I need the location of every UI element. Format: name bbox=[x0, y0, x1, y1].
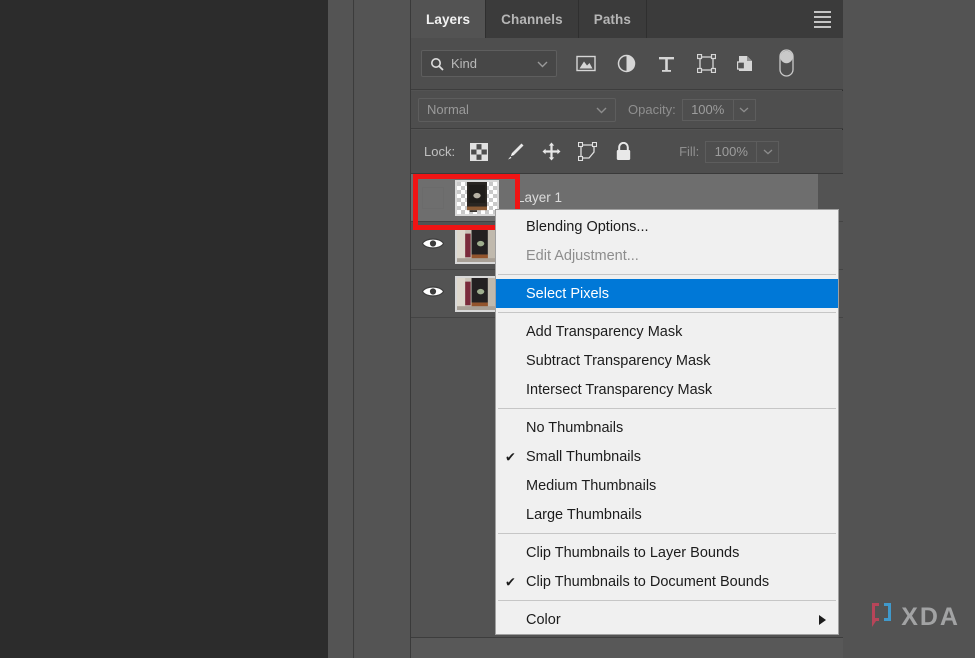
menu-item-label: Small Thumbnails bbox=[526, 448, 641, 465]
xda-watermark: XDA bbox=[869, 601, 960, 633]
shape-filter-icon[interactable] bbox=[695, 53, 717, 75]
layer-name: Layer 1 bbox=[517, 190, 563, 205]
menu-item-label: Color bbox=[526, 611, 561, 628]
blend-mode-row: Normal Opacity: 100% bbox=[411, 91, 843, 129]
chevron-down-icon bbox=[537, 56, 548, 71]
layer-thumbnail-photo bbox=[455, 275, 499, 312]
filter-type-icons bbox=[575, 48, 797, 77]
tab-strip-spacer bbox=[647, 0, 809, 38]
menu-item-medium-thumbnails[interactable]: Medium Thumbnails bbox=[496, 471, 838, 500]
search-icon bbox=[430, 57, 444, 71]
lock-position-icon[interactable] bbox=[541, 142, 561, 162]
eye-icon bbox=[421, 236, 445, 256]
menu-item-large-thumbnails[interactable]: Large Thumbnails bbox=[496, 500, 838, 529]
blend-mode-value: Normal bbox=[427, 102, 469, 117]
filter-kind-label: Kind bbox=[451, 56, 478, 71]
lock-all-icon[interactable] bbox=[613, 142, 633, 162]
lock-icon-group bbox=[469, 142, 633, 162]
eye-icon-hidden bbox=[422, 186, 444, 209]
triangle-right-icon bbox=[819, 614, 826, 625]
menu-item-select-pixels[interactable]: Select Pixels bbox=[496, 279, 838, 308]
menu-item-no-thumbnails[interactable]: No Thumbnails bbox=[496, 413, 838, 442]
opacity-label: Opacity: bbox=[628, 102, 676, 117]
adjustment-filter-icon[interactable] bbox=[615, 53, 637, 75]
menu-item-add-transparency-mask[interactable]: Add Transparency Mask bbox=[496, 317, 838, 346]
menu-item-intersect-transparency-mask[interactable]: Intersect Transparency Mask bbox=[496, 375, 838, 404]
lock-row: Lock: Fill: 100% bbox=[411, 130, 843, 174]
fill-stepper-icon[interactable] bbox=[757, 140, 780, 163]
layer-thumbnail-context-menu: Blending Options... Edit Adjustment... S… bbox=[495, 209, 839, 635]
xda-wordmark: XDA bbox=[901, 602, 960, 631]
menu-separator bbox=[498, 600, 836, 601]
eye-icon bbox=[421, 284, 445, 304]
lock-artboard-nesting-icon[interactable] bbox=[577, 142, 597, 162]
tab-layers[interactable]: Layers bbox=[411, 0, 487, 38]
layer-visibility-toggle[interactable] bbox=[411, 222, 455, 269]
menu-separator bbox=[498, 533, 836, 534]
menu-item-edit-adjustment[interactable]: Edit Adjustment... bbox=[496, 241, 838, 270]
tab-channels[interactable]: Channels bbox=[486, 0, 579, 38]
menu-separator bbox=[498, 312, 836, 313]
layer-thumbnail-photo bbox=[455, 227, 499, 264]
smart-object-filter-icon[interactable] bbox=[735, 53, 757, 75]
layer-filter-row: Kind bbox=[411, 38, 843, 90]
menu-item-label: Clip Thumbnails to Document Bounds bbox=[526, 573, 770, 590]
canvas-area bbox=[0, 0, 328, 658]
lock-label: Lock: bbox=[424, 144, 456, 159]
fill-input[interactable]: 100% bbox=[705, 140, 758, 163]
xda-bracket-logo-icon bbox=[869, 601, 894, 633]
menu-item-clip-thumbnails-to-document-bounds[interactable]: ✔ Clip Thumbnails to Document Bounds bbox=[496, 567, 838, 596]
workspace-column-right bbox=[355, 0, 411, 658]
tab-paths[interactable]: Paths bbox=[579, 0, 647, 38]
fill-label: Fill: bbox=[679, 144, 700, 159]
panel-tab-strip: Layers Channels Paths bbox=[411, 0, 843, 38]
checkmark-icon: ✔ bbox=[505, 574, 516, 589]
menu-separator bbox=[498, 274, 836, 275]
filter-toggle-switch-icon[interactable] bbox=[775, 48, 797, 77]
type-filter-icon[interactable] bbox=[655, 53, 677, 75]
layers-panel-bottom-bar bbox=[411, 637, 843, 658]
menu-item-subtract-transparency-mask[interactable]: Subtract Transparency Mask bbox=[496, 346, 838, 375]
hamburger-menu-icon[interactable] bbox=[809, 0, 843, 38]
chevron-down-icon bbox=[596, 102, 607, 117]
layer-thumbnail-transparent bbox=[455, 179, 499, 216]
menu-item-blending-options[interactable]: Blending Options... bbox=[496, 212, 838, 241]
opacity-input[interactable]: 100% bbox=[681, 98, 734, 121]
menu-item-small-thumbnails[interactable]: ✔ Small Thumbnails bbox=[496, 442, 838, 471]
opacity-stepper-icon[interactable] bbox=[733, 98, 756, 121]
filter-kind-dropdown[interactable]: Kind bbox=[421, 50, 557, 77]
menu-separator bbox=[498, 408, 836, 409]
menu-item-color[interactable]: Color bbox=[496, 605, 838, 634]
layer-visibility-toggle[interactable] bbox=[411, 174, 455, 221]
app-window: Layers Channels Paths Kind Normal Opacit… bbox=[0, 0, 975, 658]
lock-image-pixels-icon[interactable] bbox=[505, 142, 525, 162]
layer-visibility-toggle[interactable] bbox=[411, 270, 455, 317]
checkmark-icon: ✔ bbox=[505, 449, 516, 464]
image-filter-icon[interactable] bbox=[575, 53, 597, 75]
blend-mode-dropdown[interactable]: Normal bbox=[418, 97, 616, 122]
lock-transparent-pixels-icon[interactable] bbox=[469, 142, 489, 162]
workspace-column-left bbox=[328, 0, 354, 658]
menu-item-clip-thumbnails-to-layer-bounds[interactable]: Clip Thumbnails to Layer Bounds bbox=[496, 538, 838, 567]
